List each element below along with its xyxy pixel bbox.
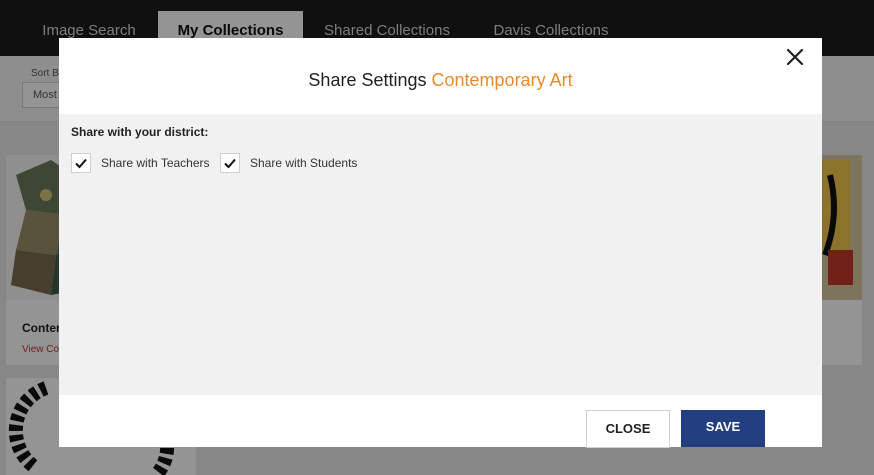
modal-header: Share Settings Contemporary Art — [59, 38, 822, 114]
modal-title-prefix: Share Settings — [308, 70, 427, 90]
modal-footer: CLOSE SAVE — [59, 395, 822, 448]
share-teachers-option[interactable]: Share with Teachers — [71, 153, 210, 173]
checkmark-icon — [75, 158, 87, 169]
share-teachers-label: Share with Teachers — [101, 156, 210, 170]
share-district-label: Share with your district: — [71, 125, 209, 139]
collection-name: Contemporary Art — [431, 70, 573, 90]
modal-title: Share Settings Contemporary Art — [59, 70, 822, 91]
share-settings-modal: Share Settings Contemporary Art Share wi… — [59, 38, 822, 448]
checkmark-icon — [224, 158, 236, 169]
save-button[interactable]: SAVE — [681, 410, 765, 447]
share-students-option[interactable]: Share with Students — [220, 153, 357, 173]
share-students-label: Share with Students — [250, 156, 358, 170]
close-button[interactable]: CLOSE — [586, 410, 670, 448]
share-teachers-checkbox[interactable] — [71, 153, 91, 173]
share-students-checkbox[interactable] — [220, 153, 240, 173]
close-icon[interactable] — [784, 46, 806, 68]
